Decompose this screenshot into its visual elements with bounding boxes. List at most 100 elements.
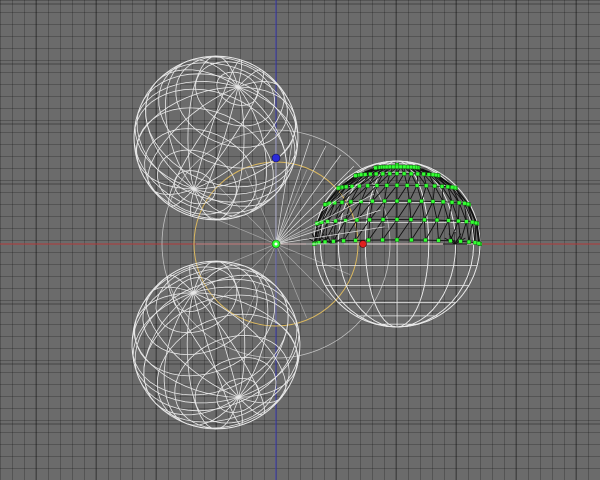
vertex-point bbox=[405, 183, 410, 188]
vertex-point bbox=[374, 171, 379, 176]
vertex-point bbox=[354, 218, 359, 223]
dome-edge bbox=[409, 185, 418, 202]
dome-edge bbox=[416, 185, 423, 202]
vertex-point bbox=[476, 241, 481, 246]
vertex-point bbox=[339, 200, 344, 205]
pivot-icon[interactable] bbox=[271, 239, 281, 249]
vertex-point bbox=[402, 164, 407, 169]
vertex-point bbox=[382, 198, 387, 203]
vertex-point bbox=[353, 173, 358, 178]
vertex-point bbox=[448, 238, 453, 243]
vertex-point bbox=[466, 239, 471, 244]
dome-edge bbox=[425, 185, 434, 202]
vertex-point bbox=[465, 201, 470, 206]
vertex-point bbox=[323, 202, 328, 207]
longitude-line bbox=[193, 292, 243, 426]
dome-edge bbox=[436, 201, 444, 221]
vertex-point bbox=[409, 171, 414, 176]
dome-edge bbox=[474, 222, 477, 243]
vertex-point bbox=[408, 217, 413, 222]
vertex-point bbox=[436, 238, 441, 243]
blue-handle-icon[interactable] bbox=[271, 153, 281, 163]
vertex-point bbox=[395, 164, 400, 169]
longitude-line bbox=[163, 292, 239, 426]
vertex-point bbox=[374, 183, 379, 188]
dome-edge bbox=[468, 222, 473, 243]
fan-line bbox=[275, 243, 333, 301]
dome-edge bbox=[436, 220, 439, 241]
vertex-point bbox=[380, 171, 385, 176]
vertex-point bbox=[366, 238, 371, 243]
vertex-point bbox=[341, 238, 346, 243]
dome-edge bbox=[396, 200, 410, 220]
vertex-point bbox=[380, 237, 385, 242]
latitude-ring bbox=[158, 56, 296, 169]
vertex-point bbox=[424, 183, 429, 188]
dome-edge bbox=[442, 201, 449, 221]
vertex-point bbox=[421, 172, 426, 177]
vertex-point bbox=[348, 199, 353, 204]
vertex-point bbox=[450, 185, 455, 190]
vertex-point bbox=[365, 183, 370, 188]
vertex-point bbox=[381, 217, 386, 222]
vertex-point bbox=[373, 165, 378, 170]
vertex-point bbox=[398, 164, 403, 169]
vertex-point bbox=[445, 184, 450, 189]
vertex-point bbox=[384, 183, 389, 188]
vertex-point bbox=[402, 171, 407, 176]
vertex-point bbox=[387, 171, 392, 176]
vertex-point bbox=[370, 199, 375, 204]
vertex-point bbox=[464, 219, 469, 224]
dome-edge bbox=[396, 185, 408, 202]
vertex-point bbox=[423, 238, 428, 243]
selected-dome-edges[interactable] bbox=[306, 164, 481, 245]
vertex-point bbox=[473, 240, 478, 245]
dome-edge bbox=[409, 201, 412, 220]
dome-edge bbox=[406, 185, 410, 202]
vertex-point bbox=[405, 164, 410, 169]
vertex-point bbox=[395, 171, 400, 176]
vertex-point bbox=[407, 198, 412, 203]
vertex-point bbox=[474, 220, 479, 225]
scene-canvas[interactable] bbox=[0, 0, 600, 480]
dome-edge bbox=[465, 221, 470, 242]
vertex-point bbox=[458, 239, 463, 244]
vertex-point bbox=[391, 164, 396, 169]
vertex-point bbox=[422, 217, 427, 222]
vertex-point bbox=[440, 184, 445, 189]
vertex-point bbox=[462, 201, 467, 206]
dome-edge bbox=[432, 185, 436, 202]
vertex-point bbox=[419, 199, 424, 204]
vertex-point bbox=[456, 218, 461, 223]
vertex-point bbox=[353, 238, 358, 243]
vertex-point bbox=[457, 200, 462, 205]
vertex-point bbox=[323, 239, 328, 244]
red-handle-icon[interactable] bbox=[359, 240, 367, 248]
vertex-point bbox=[470, 220, 475, 225]
dome-edge bbox=[457, 202, 460, 222]
dome-edge bbox=[382, 201, 385, 220]
vertex-point bbox=[363, 172, 368, 177]
fan-line bbox=[219, 243, 277, 301]
dome-edge bbox=[448, 220, 451, 241]
vertex-point bbox=[426, 172, 431, 177]
vertex-point bbox=[387, 164, 392, 169]
dome-edge bbox=[410, 200, 422, 220]
vertex-point bbox=[409, 237, 414, 242]
vertex-point bbox=[450, 200, 455, 205]
vertex-point bbox=[415, 183, 420, 188]
longitude-line bbox=[189, 86, 239, 217]
longitude-line bbox=[189, 264, 239, 398]
dome-edge bbox=[438, 220, 449, 241]
vertex-point bbox=[395, 217, 400, 222]
vertex-point bbox=[367, 217, 372, 222]
vertex-point bbox=[331, 239, 336, 244]
vertex-point bbox=[344, 184, 349, 189]
vertex-point bbox=[415, 171, 420, 176]
vertex-point bbox=[441, 199, 446, 204]
longitude-line bbox=[193, 86, 268, 217]
dome-edge bbox=[421, 201, 425, 220]
viewport-3d[interactable] bbox=[0, 0, 600, 480]
vertex-point bbox=[368, 172, 373, 177]
dome-edge bbox=[432, 201, 438, 221]
